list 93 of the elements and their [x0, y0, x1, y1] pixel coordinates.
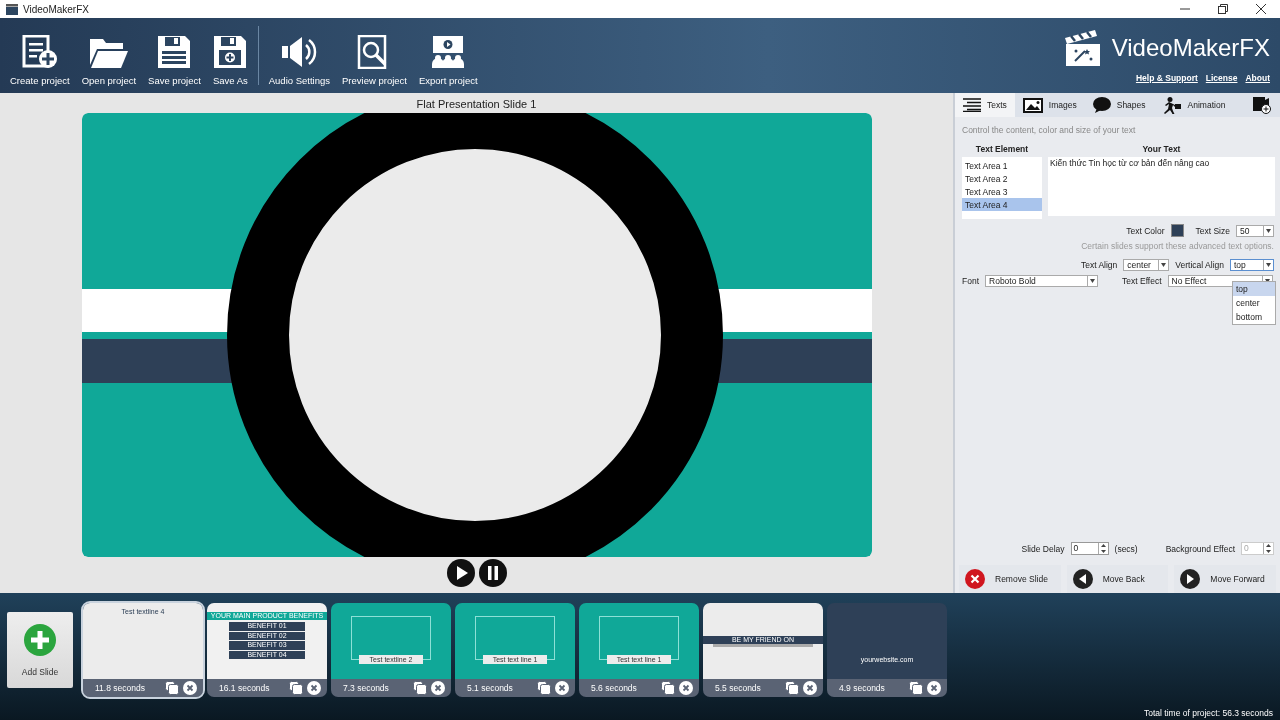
- restore-icon[interactable]: [1218, 4, 1228, 14]
- dropdown-arrow-icon[interactable]: [1266, 228, 1271, 233]
- field-label: Vertical Align: [1175, 260, 1224, 270]
- action-button[interactable]: Move Back: [1066, 565, 1169, 593]
- align-select[interactable]: center: [1123, 259, 1170, 271]
- toolbar-button[interactable]: Export project: [412, 18, 484, 93]
- font-select[interactable]: Roboto Bold: [985, 275, 1098, 287]
- delete-icon[interactable]: [431, 681, 445, 695]
- toolbar-button[interactable]: Save As: [206, 18, 254, 93]
- field-label: Text Align: [1080, 260, 1118, 270]
- column-heading: Text Element: [974, 143, 1030, 156]
- window-title: VideoMakerFX: [23, 3, 89, 15]
- slide-title: Flat Presentation Slide 1: [416, 98, 537, 110]
- panel-tab[interactable]: Animation: [1153, 93, 1234, 117]
- delay-spinner[interactable]: 0: [1070, 542, 1109, 555]
- copy-icon[interactable]: [413, 681, 427, 695]
- dropdown-arrow-icon[interactable]: [1161, 263, 1167, 267]
- hint-text: Control the content, color and size of your text: [961, 124, 1137, 137]
- panel-tab[interactable]: Images: [1014, 93, 1085, 117]
- unit-label: (secs): [1114, 543, 1138, 554]
- dropdown-arrow-icon[interactable]: [1090, 279, 1095, 283]
- copy-icon[interactable]: [661, 681, 675, 695]
- slide-duration: 5.5 seconds: [715, 683, 762, 693]
- panel-tab[interactable]: Texts: [955, 93, 1015, 117]
- delete-icon[interactable]: [927, 681, 941, 695]
- slide-duration: 11.8 seconds: [95, 683, 146, 693]
- dropdown-option[interactable]: top: [1233, 282, 1275, 296]
- field-label: Text Color: [1126, 225, 1165, 236]
- copy-icon[interactable]: [537, 681, 551, 695]
- plus-icon: [24, 624, 56, 656]
- speaker-icon: [281, 35, 318, 69]
- slide-duration: 5.1 seconds: [467, 683, 514, 693]
- field-label: Text Effect: [1122, 276, 1162, 286]
- copy-icon[interactable]: [785, 681, 799, 695]
- vertical-align-select[interactable]: top: [1230, 259, 1274, 271]
- slide-duration: 16.1 seconds: [219, 683, 271, 693]
- play-button[interactable]: [446, 559, 475, 587]
- size-select[interactable]: 50: [1236, 224, 1274, 237]
- color-swatch[interactable]: [1170, 224, 1184, 237]
- field-label: Slide Delay: [1021, 543, 1065, 554]
- action-button[interactable]: Move Forward: [1174, 565, 1276, 593]
- app-icon: [6, 3, 18, 15]
- note-text: Certain slides support these advanced text options.: [1080, 241, 1275, 251]
- image-icon: [1022, 97, 1043, 113]
- add-slide-button[interactable]: Add Slide: [7, 612, 73, 688]
- list-item[interactable]: Text Area 3: [962, 185, 1042, 198]
- column-heading: Your Text: [1141, 143, 1182, 156]
- total-time-text: Total time of project: 56.3 seconds: [1144, 708, 1273, 718]
- toolbar-button[interactable]: Create project: [4, 18, 76, 93]
- text-input-field[interactable]: Kiến thức Tin học từ cơ bản đến nâng cao: [1048, 157, 1275, 216]
- pause-button[interactable]: [478, 559, 507, 587]
- slide-duration: 7.3 seconds: [343, 683, 390, 693]
- dropdown-option[interactable]: center: [1233, 296, 1275, 310]
- presentation-audience-icon: [430, 35, 467, 69]
- toolbar-button[interactable]: Audio Settings: [262, 18, 336, 93]
- action-button[interactable]: Remove Slide: [959, 565, 1061, 593]
- header-link[interactable]: License: [1205, 72, 1238, 83]
- down-arrow-icon[interactable]: [1100, 549, 1106, 553]
- clapperboard-icon: [1062, 28, 1103, 67]
- delete-icon[interactable]: [307, 681, 321, 695]
- copy-icon[interactable]: [165, 681, 179, 695]
- field-label: Font: [962, 276, 979, 286]
- slide-duration: 5.6 seconds: [591, 683, 638, 693]
- remove-icon: [965, 569, 985, 589]
- create-document-icon: [21, 35, 58, 69]
- toolbar-button[interactable]: Save project: [142, 18, 207, 93]
- delete-icon[interactable]: [803, 681, 817, 695]
- field-label: Background Effect: [1165, 543, 1235, 554]
- close-icon[interactable]: [1256, 4, 1266, 14]
- header-link[interactable]: Help & Support: [1135, 72, 1198, 83]
- copy-icon[interactable]: [909, 681, 923, 695]
- panel-tab[interactable]: Shapes: [1084, 93, 1154, 117]
- toolbar-button[interactable]: Open project: [75, 18, 143, 93]
- folder-icon: [88, 37, 129, 69]
- add-video-icon[interactable]: [1252, 96, 1272, 114]
- field-label: Text Size: [1195, 225, 1230, 236]
- delete-icon[interactable]: [183, 681, 197, 695]
- slide-duration: 4.9 seconds: [839, 683, 886, 693]
- toolbar-button[interactable]: Preview project: [336, 18, 413, 93]
- delete-icon[interactable]: [679, 681, 693, 695]
- list-item[interactable]: Text Area 1: [962, 159, 1042, 172]
- delete-icon[interactable]: [555, 681, 569, 695]
- list-item[interactable]: Text Area 4: [962, 198, 1042, 211]
- dropdown-option[interactable]: bottom: [1233, 310, 1275, 324]
- speech-bubble-icon: [1092, 97, 1111, 113]
- copy-icon[interactable]: [289, 681, 303, 695]
- list-item[interactable]: Text Area 2: [962, 172, 1042, 185]
- up-arrow-icon[interactable]: [1100, 544, 1106, 548]
- header-link[interactable]: About: [1245, 72, 1270, 83]
- text-lines-icon: [963, 98, 981, 112]
- brand-name: VideoMakerFX: [1111, 33, 1270, 62]
- dropdown-arrow-icon[interactable]: [1266, 263, 1271, 267]
- save-as-icon: [213, 35, 248, 69]
